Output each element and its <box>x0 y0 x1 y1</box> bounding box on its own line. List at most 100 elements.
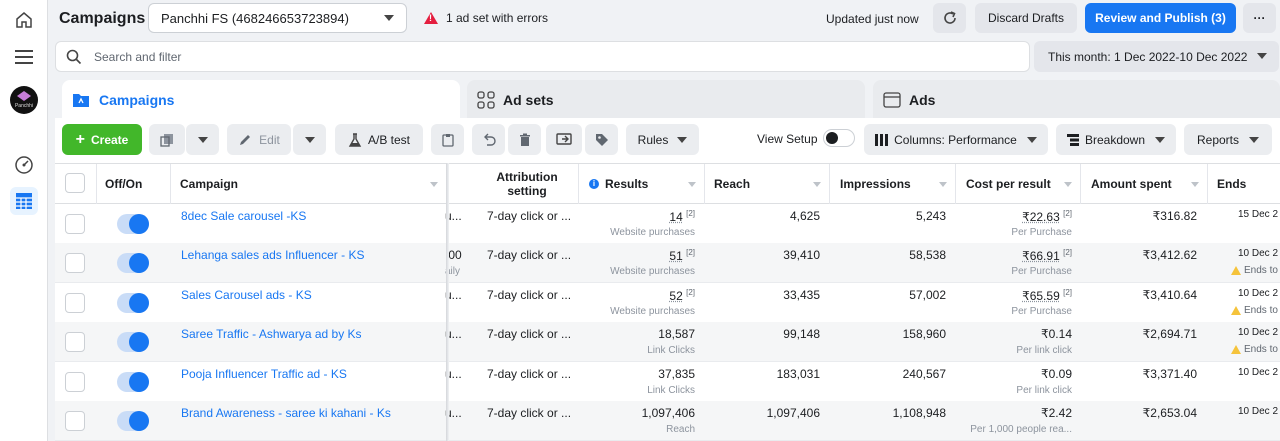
ab-test-button[interactable]: A/B test <box>335 124 423 155</box>
trash-icon <box>519 133 530 146</box>
gauge-icon[interactable] <box>10 151 38 179</box>
campaign-name-link[interactable]: Lehanga sales ads Influencer - KS <box>181 248 364 262</box>
chevron-down-icon <box>677 136 688 143</box>
date-range-picker[interactable]: This month: 1 Dec 2022-10 Dec 2022 <box>1034 41 1279 72</box>
header-cost-per-result[interactable]: Cost per result <box>956 164 1081 204</box>
breakdown-button[interactable]: Breakdown <box>1056 124 1176 155</box>
create-button[interactable]: + Create <box>62 124 142 155</box>
menu-icon[interactable] <box>10 43 38 71</box>
duplicate-icon <box>160 133 173 147</box>
cost-footnote: [2] <box>1063 248 1072 257</box>
review-publish-button[interactable]: Review and Publish (3) <box>1085 3 1236 33</box>
results-type: Link Clicks <box>647 385 695 396</box>
campaign-name-link[interactable]: 8dec Sale carousel -KS <box>181 209 306 223</box>
campaign-toggle[interactable] <box>117 411 149 431</box>
warning-icon <box>1231 344 1241 354</box>
tab-campaigns[interactable]: Campaigns <box>62 80 460 120</box>
preview-button[interactable] <box>546 124 582 155</box>
results-cell: 1,097,406 <box>642 406 695 420</box>
page-title: Campaigns <box>59 10 146 27</box>
rules-label: Rules <box>637 132 669 147</box>
reach-cell: 39,410 <box>783 248 820 262</box>
header-impressions[interactable]: Impressions <box>830 164 956 204</box>
header-campaign-label: Campaign <box>180 177 239 191</box>
header-amount-spent[interactable]: Amount spent <box>1081 164 1208 204</box>
reach-cell: 99,148 <box>783 327 820 341</box>
clipboard-button[interactable] <box>431 124 464 155</box>
pencil-icon <box>240 134 251 145</box>
edit-dropdown[interactable] <box>293 124 326 155</box>
view-setup-toggle[interactable] <box>823 129 855 147</box>
delete-button[interactable] <box>508 124 541 155</box>
table-row[interactable]: Brand Awareness - saree ki kahani - Ks u.… <box>55 401 1280 441</box>
campaign-toggle[interactable] <box>117 293 149 313</box>
home-icon[interactable] <box>10 6 38 34</box>
row-checkbox[interactable] <box>65 372 85 392</box>
header-reach[interactable]: Reach <box>705 164 830 204</box>
more-button[interactable]: ··· <box>1243 3 1276 33</box>
cost-cell: ₹0.14 <box>1041 327 1072 341</box>
campaign-name-link[interactable]: Saree Traffic - Ashwarya ad by Ks <box>181 327 362 341</box>
header-results[interactable]: i Results <box>579 164 705 204</box>
row-checkbox[interactable] <box>65 411 85 431</box>
edit-button[interactable]: Edit <box>227 124 291 155</box>
table-row[interactable]: Saree Traffic - Ashwarya ad by Ks u... 7-d… <box>55 322 1280 362</box>
ends-cell: 10 Dec 2 <box>1238 327 1279 338</box>
duplicate-dropdown[interactable] <box>186 124 219 155</box>
cost-value: ₹0.09 <box>1041 367 1072 381</box>
account-avatar[interactable]: Panchhi <box>10 86 38 114</box>
table-icon[interactable] <box>10 187 38 215</box>
ends-warning-text: Ends to <box>1244 344 1278 355</box>
results-cell: 51 [2] <box>669 248 695 263</box>
campaign-toggle[interactable] <box>117 372 149 392</box>
attribution-cell: 7-day click or ... <box>487 406 572 420</box>
impressions-cell: 5,243 <box>915 209 946 223</box>
columns-button[interactable]: Columns: Performance <box>864 124 1048 155</box>
campaign-toggle[interactable] <box>117 214 149 234</box>
row-checkbox[interactable] <box>65 253 85 273</box>
campaign-name-link[interactable]: Pooja Influencer Traffic ad - KS <box>181 367 347 381</box>
chevron-down-icon <box>1257 53 1267 59</box>
view-setup-label: View Setup <box>757 132 818 146</box>
table-row[interactable]: Sales Carousel ads - KS u... 7-day click o… <box>55 283 1280 323</box>
row-checkbox[interactable] <box>65 332 85 352</box>
table-row[interactable]: Lehanga sales ads Influencer - KS .00 aily… <box>55 243 1280 283</box>
campaign-toggle[interactable] <box>117 253 149 273</box>
discard-drafts-button[interactable]: Discard Drafts <box>975 3 1077 33</box>
account-selector[interactable]: Panchhi FS (468246653723894) <box>148 3 407 33</box>
header-off-on[interactable]: Off/On <box>97 164 171 204</box>
select-all-checkbox[interactable] <box>65 173 85 193</box>
table-row[interactable]: Pooja Influencer Traffic ad - KS u... 7-da… <box>55 362 1280 402</box>
header-attribution[interactable]: Attribution setting <box>476 164 579 204</box>
undo-icon <box>483 133 496 146</box>
table-row[interactable]: 8dec Sale carousel -KS u... 7-day click or… <box>55 204 1280 244</box>
error-notice[interactable]: 1 ad set with errors <box>424 11 548 25</box>
tab-ad-sets[interactable]: Ad sets <box>467 80 865 120</box>
grid-icon <box>477 91 495 109</box>
refresh-button[interactable] <box>933 3 966 33</box>
warning-icon <box>1231 265 1241 275</box>
row-checkbox[interactable] <box>65 214 85 234</box>
header-campaign[interactable]: Campaign <box>171 164 447 204</box>
undo-button[interactable] <box>472 124 505 155</box>
campaign-name-link[interactable]: Sales Carousel ads - KS <box>181 288 312 302</box>
preview-icon <box>556 132 572 145</box>
row-checkbox[interactable] <box>65 293 85 313</box>
ends-warning: Ends to <box>1231 344 1278 355</box>
header-select-all[interactable] <box>55 164 97 204</box>
campaign-toggle[interactable] <box>117 332 149 352</box>
tab-ads[interactable]: Ads <box>873 80 1280 120</box>
warning-icon <box>1231 305 1241 315</box>
search-input[interactable]: Search and filter <box>55 41 1030 72</box>
reports-button[interactable]: Reports <box>1184 124 1272 155</box>
ends-warning: Ends to <box>1231 265 1278 276</box>
campaign-name-link[interactable]: Brand Awareness - saree ki kahani - Ks <box>181 406 391 420</box>
cost-footnote: [2] <box>1063 288 1072 297</box>
results-cell: 52 [2] <box>669 288 695 303</box>
header-ends[interactable]: Ends <box>1208 164 1280 204</box>
impressions-cell: 158,960 <box>902 327 946 341</box>
breakdown-icon <box>1066 133 1079 146</box>
rules-button[interactable]: Rules <box>626 124 699 155</box>
tag-button[interactable] <box>585 124 618 155</box>
duplicate-button[interactable] <box>149 124 185 155</box>
